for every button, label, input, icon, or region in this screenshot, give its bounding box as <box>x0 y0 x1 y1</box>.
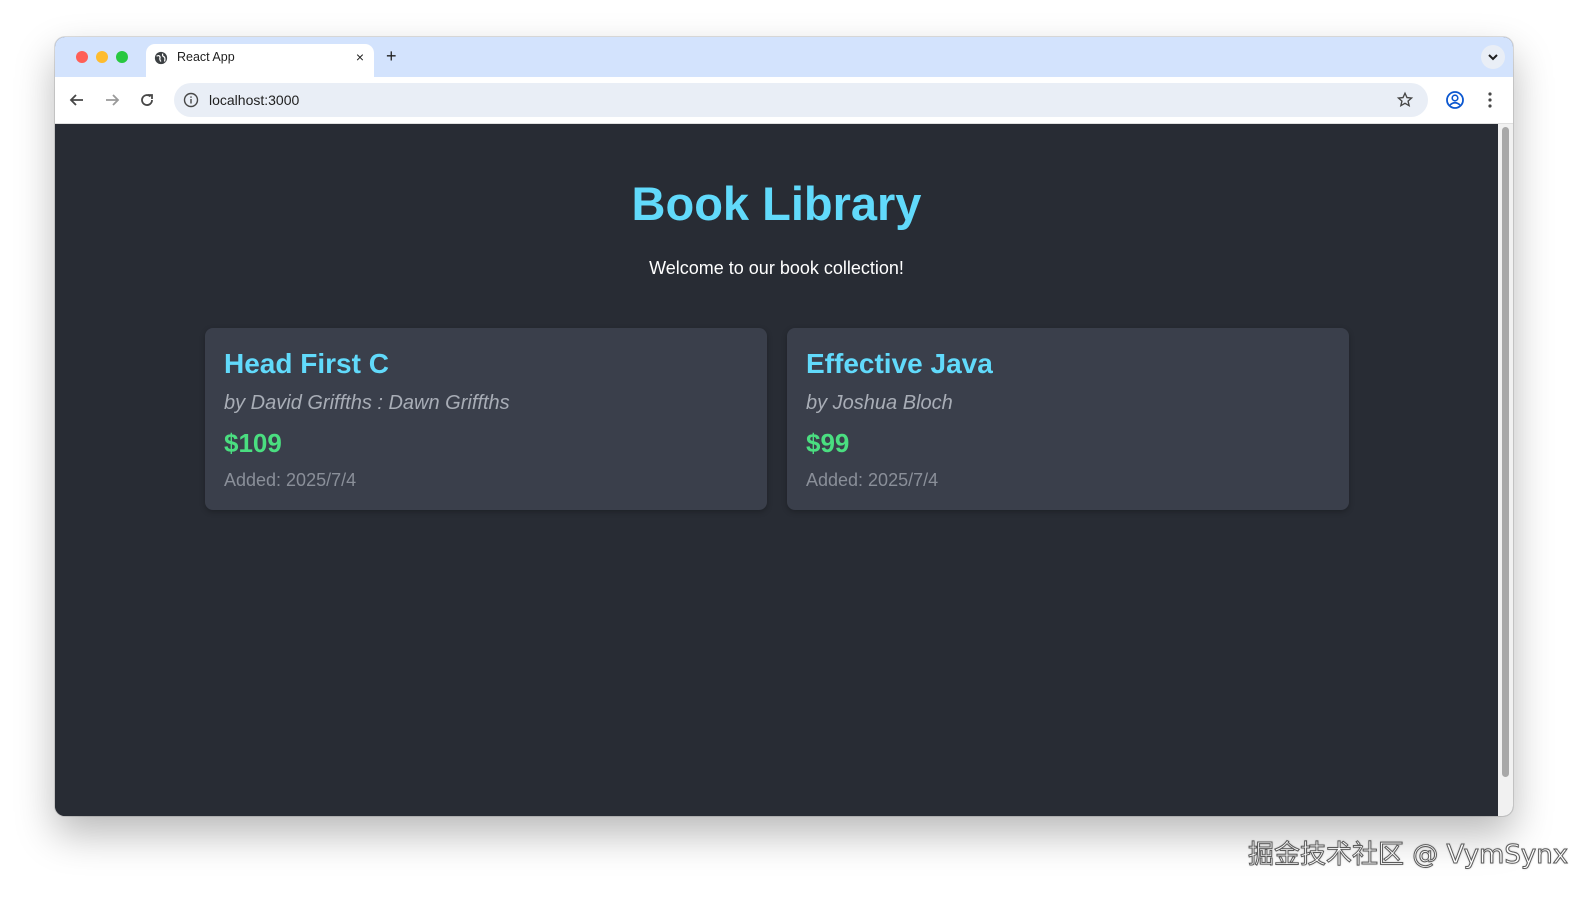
browser-toolbar: localhost:3000 <box>55 77 1513 124</box>
tab-title: React App <box>177 50 235 64</box>
globe-icon <box>154 51 168 65</box>
back-arrow-icon[interactable] <box>67 90 87 110</box>
forward-arrow-icon[interactable] <box>102 90 122 110</box>
scrollbar-thumb[interactable] <box>1502 127 1509 777</box>
address-bar[interactable]: localhost:3000 <box>174 83 1428 117</box>
tab-strip: React App × + <box>55 37 1513 77</box>
new-tab-button[interactable]: + <box>386 47 397 65</box>
page-viewport: Book Library Welcome to our book collect… <box>55 124 1498 816</box>
more-menu-icon[interactable] <box>1482 90 1498 110</box>
book-card: Effective Java by Joshua Bloch $99 Added… <box>787 328 1349 510</box>
book-card: Head First C by David Griffths : Dawn Gr… <box>205 328 767 510</box>
tab-close-icon[interactable]: × <box>356 50 364 64</box>
watermark: 掘金技术社区 @ VymSynx <box>1247 840 1569 871</box>
tab-react-app[interactable]: React App × <box>146 44 374 77</box>
browser-window: React App × + localhost:3000 Book Librar… <box>55 37 1513 816</box>
bookmark-star-icon[interactable] <box>1396 91 1414 109</box>
book-added-date: Added: 2025/7/4 <box>224 470 357 490</box>
site-info-icon[interactable] <box>183 92 199 108</box>
close-window-button[interactable] <box>76 51 88 63</box>
book-author: by David Griffths : Dawn Griffths <box>224 392 510 414</box>
book-title: Effective Java <box>806 348 993 379</box>
minimize-window-button[interactable] <box>96 51 108 63</box>
profile-icon[interactable] <box>1445 90 1465 110</box>
tab-search-button[interactable] <box>1481 45 1505 69</box>
reload-icon[interactable] <box>137 90 157 110</box>
vertical-scrollbar[interactable] <box>1498 124 1513 816</box>
book-price: $109 <box>224 428 282 458</box>
page-subtitle: Welcome to our book collection! <box>649 258 904 278</box>
page-title: Book Library <box>631 177 922 230</box>
url-text: localhost:3000 <box>209 92 300 108</box>
chevron-down-icon <box>1488 54 1498 61</box>
book-author: by Joshua Bloch <box>806 392 953 414</box>
book-title: Head First C <box>224 348 389 379</box>
book-price: $99 <box>806 428 850 458</box>
maximize-window-button[interactable] <box>116 51 128 63</box>
book-added-date: Added: 2025/7/4 <box>806 470 939 490</box>
